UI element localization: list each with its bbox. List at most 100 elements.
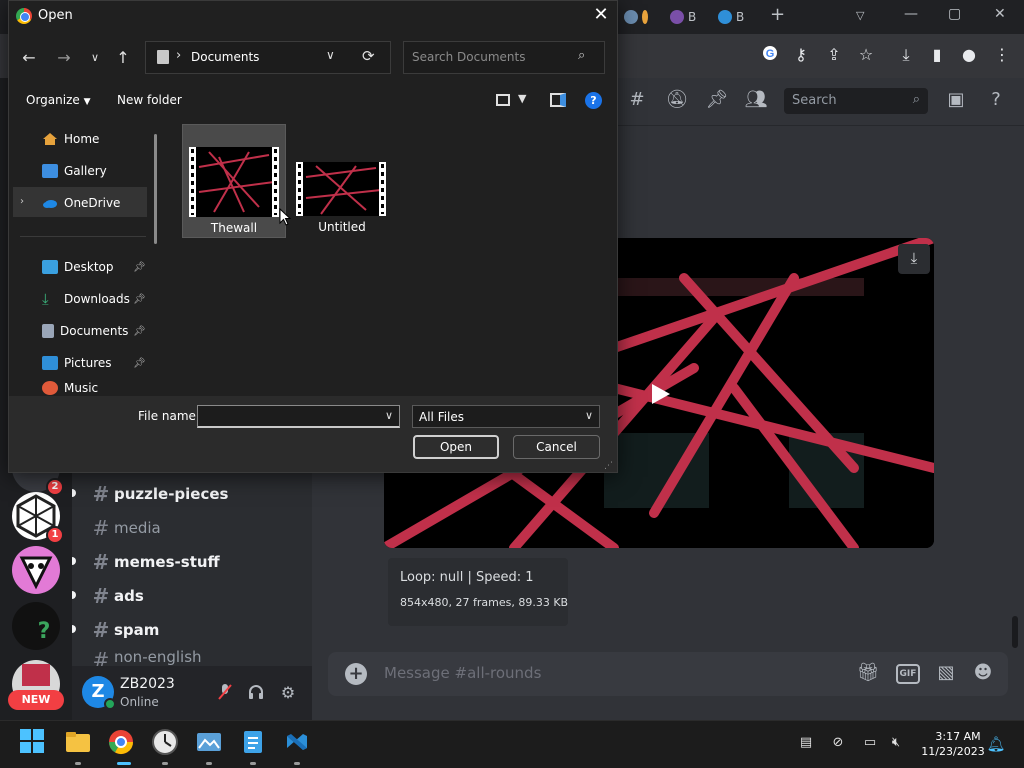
nav-item-gallery[interactable]: Gallery: [42, 157, 107, 185]
minimize-button[interactable]: —: [904, 6, 918, 22]
browser-tab[interactable]: [624, 6, 648, 28]
file-type-select[interactable]: All Files: [412, 405, 600, 428]
refresh-icon[interactable]: ⟳: [362, 47, 375, 65]
download-icon[interactable]: ⤓: [895, 45, 917, 65]
browser-tab[interactable]: B: [718, 6, 744, 28]
inbox-icon[interactable]: ▣: [944, 89, 968, 110]
nav-item-pictures[interactable]: Pictures: [42, 349, 112, 377]
channel-item[interactable]: # media: [88, 513, 161, 543]
network-off-tray-icon[interactable]: ⊘: [828, 735, 848, 750]
address-dropdown-chevron-icon[interactable]: ∨: [326, 48, 335, 62]
nav-item-documents[interactable]: Documents: [42, 317, 128, 345]
key-icon[interactable]: ⚷: [790, 45, 812, 64]
new-tab-plus-icon[interactable]: +: [770, 4, 785, 25]
nav-pane-scrollbar[interactable]: [154, 134, 157, 244]
discord-search-input[interactable]: Search ⌕: [784, 88, 928, 114]
profile-icon[interactable]: ●: [958, 45, 980, 64]
file-type-chevron-icon[interactable]: ∨: [585, 409, 593, 422]
photos-app-icon[interactable]: [195, 728, 223, 756]
volume-muted-tray-icon[interactable]: 🔇︎: [886, 735, 906, 750]
mute-microphone-icon[interactable]: [214, 683, 236, 705]
channel-item[interactable]: # non-english: [88, 648, 202, 666]
notepad-icon[interactable]: [239, 728, 267, 756]
up-arrow-icon[interactable]: ↑: [112, 48, 134, 67]
member-list-icon[interactable]: 👥︎: [744, 89, 768, 110]
recent-locations-chevron-icon[interactable]: ∨: [84, 51, 106, 64]
taskbar-date[interactable]: 11/23/2023: [916, 745, 990, 758]
resize-grip-icon[interactable]: ⋰: [604, 461, 613, 471]
google-icon[interactable]: G: [759, 45, 781, 65]
gift-icon[interactable]: 🎁︎: [855, 662, 881, 683]
expand-chevron-icon[interactable]: ›: [20, 196, 24, 207]
notification-muted-icon[interactable]: 🔕︎: [665, 89, 689, 110]
channel-item[interactable]: # puzzle-pieces: [88, 479, 229, 509]
help-icon[interactable]: ?: [984, 89, 1008, 110]
view-mode-icon[interactable]: [496, 94, 510, 106]
display-tray-icon[interactable]: ▭: [860, 735, 880, 750]
nav-item-home[interactable]: Home: [42, 125, 99, 153]
pin-icon[interactable]: 📌︎: [133, 294, 146, 305]
server-icon[interactable]: 1: [12, 492, 64, 544]
chrome-icon[interactable]: [107, 728, 135, 756]
help-icon[interactable]: ?: [585, 92, 602, 109]
organize-button[interactable]: Organize ▼: [26, 93, 91, 107]
back-arrow-icon[interactable]: ←: [18, 48, 40, 67]
search-icon[interactable]: ⌕: [578, 48, 585, 63]
file-item-untitled[interactable]: Untitled: [290, 124, 394, 238]
new-folder-button[interactable]: New folder: [117, 93, 182, 107]
close-window-button[interactable]: ✕: [994, 6, 1006, 22]
server-icon[interactable]: ?: [12, 602, 60, 650]
pin-icon[interactable]: 📌︎: [133, 326, 146, 337]
nav-item-music[interactable]: Music: [42, 381, 98, 396]
dialog-close-button[interactable]: ✕: [590, 4, 612, 25]
view-mode-chevron-icon[interactable]: ▼: [518, 92, 526, 105]
file-item-thewall[interactable]: Thewall: [182, 124, 286, 238]
tablet-tray-icon[interactable]: ▤: [796, 735, 816, 750]
pin-icon[interactable]: 📌︎: [705, 89, 729, 110]
preview-pane-icon[interactable]: [550, 93, 566, 107]
browser-tab[interactable]: B: [670, 6, 696, 28]
address-bar[interactable]: [145, 41, 391, 74]
side-panel-icon[interactable]: ▮: [926, 45, 948, 64]
attach-plus-icon[interactable]: +: [345, 663, 367, 685]
clock-app-icon[interactable]: [151, 728, 179, 756]
running-indicator: [75, 762, 81, 765]
pin-icon[interactable]: 📌︎: [133, 358, 146, 369]
nav-item-label: Home: [64, 132, 100, 146]
forward-arrow-icon[interactable]: →: [53, 48, 75, 67]
chrome-menu-icon[interactable]: ⋮: [991, 45, 1013, 64]
channel-item[interactable]: # ads: [88, 581, 144, 611]
breadcrumb-separator-icon[interactable]: ›: [176, 48, 181, 63]
sticker-icon[interactable]: ▧: [933, 662, 959, 683]
server-icon[interactable]: [12, 546, 60, 594]
share-icon[interactable]: ⇪: [823, 45, 845, 64]
headphones-icon[interactable]: [245, 683, 267, 705]
channel-item[interactable]: # memes-stuff: [88, 547, 220, 577]
play-icon[interactable]: [648, 382, 672, 406]
threads-icon[interactable]: #: [625, 89, 649, 110]
video-download-icon[interactable]: ⤓: [898, 244, 930, 274]
breadcrumb-documents[interactable]: Documents: [191, 50, 259, 64]
nav-item-onedrive[interactable]: OneDrive: [42, 189, 120, 217]
vscode-icon[interactable]: [283, 728, 311, 756]
gif-picker-icon[interactable]: GIF: [896, 664, 920, 684]
maximize-button[interactable]: ▢: [948, 6, 961, 22]
taskbar-time[interactable]: 3:17 AM: [930, 730, 986, 743]
emoji-icon[interactable]: ☻: [970, 662, 996, 683]
tab-search-chevron-icon[interactable]: ▽: [856, 9, 864, 22]
nav-item-downloads[interactable]: ⤓ Downloads: [42, 285, 130, 313]
channel-item[interactable]: # spam: [88, 615, 160, 645]
bookmark-star-icon[interactable]: ☆: [855, 45, 877, 64]
pictures-icon: [42, 356, 58, 370]
file-name-input[interactable]: [197, 405, 400, 428]
windows-start-icon[interactable]: [19, 728, 47, 756]
notification-bell-icon[interactable]: 🔔︎: [986, 735, 1006, 753]
chat-scrollbar[interactable]: [1012, 616, 1018, 648]
file-explorer-icon[interactable]: [64, 728, 92, 756]
nav-item-desktop[interactable]: Desktop: [42, 253, 114, 281]
cancel-button[interactable]: Cancel: [513, 435, 600, 459]
pin-icon[interactable]: 📌︎: [133, 262, 146, 273]
settings-gear-icon[interactable]: ⚙: [277, 683, 299, 702]
file-name-history-chevron-icon[interactable]: ∨: [385, 409, 393, 422]
open-button[interactable]: Open: [413, 435, 499, 459]
